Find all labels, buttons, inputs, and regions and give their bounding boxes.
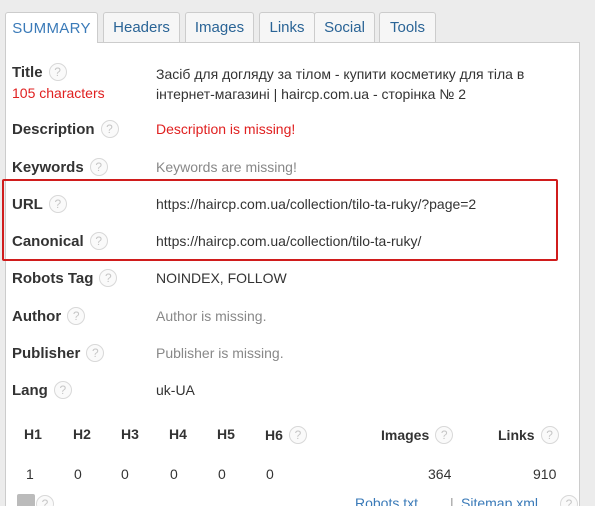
robots-txt-link[interactable]: Robots.txt (355, 495, 418, 506)
h4-count: 0 (170, 466, 178, 482)
keywords-row-label: Keywords ? (12, 158, 108, 176)
h6-header-label: H6 (265, 427, 283, 443)
tab-images[interactable]: Images (185, 12, 254, 42)
h4-header: H4 (169, 426, 187, 442)
h5-count: 0 (218, 466, 226, 482)
h6-header: H6 ? (265, 426, 307, 444)
help-icon[interactable]: ? (560, 495, 578, 506)
h3-header: H3 (121, 426, 139, 442)
tab-headers[interactable]: Headers (103, 12, 180, 42)
help-icon[interactable]: ? (435, 426, 454, 444)
h6-count: 0 (266, 466, 274, 482)
images-header-label: Images (381, 427, 430, 443)
help-icon[interactable]: ? (67, 307, 86, 325)
help-icon[interactable]: ? (100, 120, 119, 138)
author-value: Author is missing. (156, 308, 267, 324)
robots-value: NOINDEX, FOLLOW (156, 270, 287, 286)
help-icon[interactable]: ? (89, 158, 108, 176)
help-icon[interactable]: ? (89, 232, 108, 250)
publisher-label: Publisher (12, 344, 81, 362)
footer-separator: | (450, 495, 454, 506)
title-value: Засіб для догляду за тілом - купити косм… (156, 66, 525, 102)
images-header: Images ? (381, 426, 454, 444)
title-row-label: Title ? (12, 63, 67, 81)
author-row-label: Author ? (12, 307, 86, 325)
help-icon[interactable]: ? (99, 269, 118, 287)
links-header: Links ? (498, 426, 559, 444)
url-value: https://haircp.com.ua/collection/tilo-ta… (156, 196, 477, 212)
url-label: URL (12, 195, 43, 213)
description-label: Description (12, 120, 95, 138)
publisher-row-label: Publisher ? (12, 344, 105, 362)
help-icon[interactable]: ? (288, 426, 307, 444)
title-label: Title (12, 63, 43, 81)
help-icon[interactable]: ? (48, 195, 67, 213)
description-row-label: Description ? (12, 120, 119, 138)
title-char-count: 105 characters (12, 85, 105, 101)
lang-label: Lang (12, 381, 48, 399)
url-row-label: URL ? (12, 195, 67, 213)
author-label: Author (12, 307, 62, 325)
canonical-label: Canonical (12, 232, 84, 250)
robots-row-label: Robots Tag ? (12, 269, 118, 287)
lang-row-label: Lang ? (12, 381, 72, 399)
publisher-value: Publisher is missing. (156, 345, 284, 361)
tools-icon[interactable] (17, 494, 35, 506)
links-count: 910 (533, 466, 557, 482)
robots-label: Robots Tag (12, 269, 94, 287)
tab-summary[interactable]: SUMMARY (5, 12, 98, 43)
lang-value: uk-UA (156, 382, 195, 398)
h1-header: H1 (24, 426, 42, 442)
description-value: Description is missing! (156, 121, 296, 137)
canonical-row-label: Canonical ? (12, 232, 108, 250)
help-icon[interactable]: ? (86, 344, 105, 362)
help-icon[interactable]: ? (48, 63, 67, 81)
sitemap-xml-link[interactable]: Sitemap.xml (461, 495, 538, 506)
keywords-label: Keywords (12, 158, 84, 176)
help-icon[interactable]: ? (540, 426, 559, 444)
h2-header: H2 (73, 426, 91, 442)
h1-count: 1 (26, 466, 34, 482)
tab-social[interactable]: Social (314, 12, 375, 42)
canonical-value: https://haircp.com.ua/collection/tilo-ta… (156, 233, 422, 249)
h5-header: H5 (217, 426, 235, 442)
links-header-label: Links (498, 427, 535, 443)
help-icon[interactable]: ? (53, 381, 72, 399)
help-icon[interactable]: ? (36, 495, 54, 506)
tab-tools[interactable]: Tools (379, 12, 436, 42)
tab-links[interactable]: Links (259, 12, 315, 42)
h3-count: 0 (121, 466, 129, 482)
images-count: 364 (428, 466, 452, 482)
h2-count: 0 (74, 466, 82, 482)
keywords-value: Keywords are missing! (156, 159, 297, 175)
